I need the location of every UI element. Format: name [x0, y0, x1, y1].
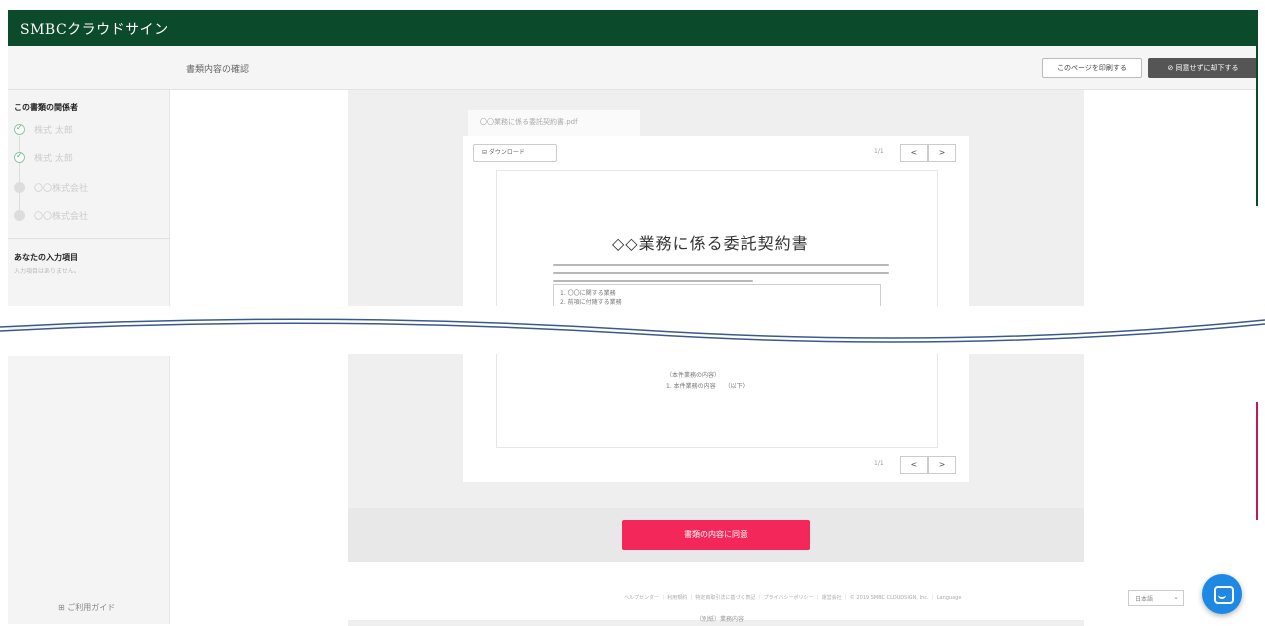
- page-indicator: 1/1: [874, 148, 884, 155]
- sidebar-divider: [8, 238, 170, 239]
- next-page-button[interactable]: >: [928, 144, 956, 162]
- lower-text-line: 1. 本件業務の内容 （以下）: [666, 383, 749, 390]
- contract-title: ◇◇業務に係る委託契約書: [612, 234, 809, 253]
- party-name: 〇〇株式会社: [34, 212, 89, 222]
- party-item: 株式 太郎: [14, 150, 164, 164]
- check-icon: [14, 151, 25, 163]
- prev-page-button[interactable]: <: [900, 456, 928, 474]
- parties-heading: この書類の関係者: [14, 103, 78, 112]
- sidebar: この書類の関係者 株式 太郎 株式 太郎 〇〇株式会社 〇〇株式会社 あなたの入…: [8, 90, 170, 624]
- next-page-button[interactable]: >: [928, 456, 956, 474]
- guide-link[interactable]: ⊞ ご利用ガイド: [58, 602, 115, 613]
- pending-dot-icon: [14, 182, 25, 193]
- page-indicator: 1/1: [874, 460, 884, 467]
- party-item: 〇〇株式会社: [14, 180, 164, 194]
- chevron-down-icon: ⌄: [1173, 593, 1179, 601]
- app-root: SMBCクラウドサイン 書類内容の確認 このページを印刷する ⊘ 同意せずに却下…: [0, 0, 1265, 626]
- scroll-indicator-accent: [1256, 402, 1258, 520]
- next-page-text: （別紙）業務内容: [696, 616, 745, 623]
- body-text-line: [553, 280, 753, 282]
- language-value: 日本語: [1135, 596, 1154, 603]
- app-header: SMBCクラウドサイン: [8, 10, 1258, 46]
- scroll-indicator: [1256, 46, 1258, 206]
- pager-top: 1/1 < >: [874, 144, 964, 162]
- footer-links[interactable]: ヘルプセンター ｜ 利用規約 ｜ 特定商取引法に基づく表記 ｜ プライバシーポリ…: [624, 594, 961, 601]
- body-text-line: [553, 264, 889, 266]
- chat-icon[interactable]: [1202, 574, 1242, 614]
- pdf-page-lower: [496, 354, 938, 448]
- body-text-line: [553, 272, 889, 274]
- document-tab[interactable]: 〇〇業務に係る委託契約書.pdf: [468, 110, 640, 136]
- clause-line: 1. 〇〇に関する業務: [560, 290, 616, 297]
- party-name: 〇〇株式会社: [34, 184, 89, 194]
- page-break-wave: [0, 306, 1265, 356]
- page-title: 書類内容の確認: [186, 65, 250, 75]
- print-button[interactable]: このページを印刷する: [1042, 58, 1142, 78]
- language-select[interactable]: 日本語 ⌄: [1128, 590, 1184, 606]
- decline-button[interactable]: ⊘ 同意せずに却下する: [1148, 58, 1258, 78]
- sub-header: 書類内容の確認 このページを印刷する ⊘ 同意せずに却下する: [8, 46, 1258, 90]
- pager-bottom: 1/1 < >: [874, 456, 964, 474]
- party-item: 〇〇株式会社: [14, 208, 164, 222]
- input-heading: あなたの入力項目: [14, 253, 78, 262]
- app-logo[interactable]: SMBCクラウドサイン: [20, 19, 169, 39]
- input-subtext: 入力項目はありません。: [14, 268, 80, 275]
- agree-button[interactable]: 書類の内容に同意: [622, 520, 810, 550]
- lower-text-line: （本件業務の内容）: [666, 372, 721, 379]
- clause-line: 2. 前項に付随する業務: [560, 299, 622, 306]
- prev-page-button[interactable]: <: [900, 144, 928, 162]
- party-name: 株式 太郎: [34, 154, 73, 164]
- party-item: 株式 太郎: [14, 122, 164, 136]
- party-name: 株式 太郎: [34, 126, 73, 136]
- download-button[interactable]: ⊟ ダウンロード: [473, 144, 557, 162]
- check-icon: [14, 123, 25, 135]
- pending-dot-icon: [14, 210, 25, 221]
